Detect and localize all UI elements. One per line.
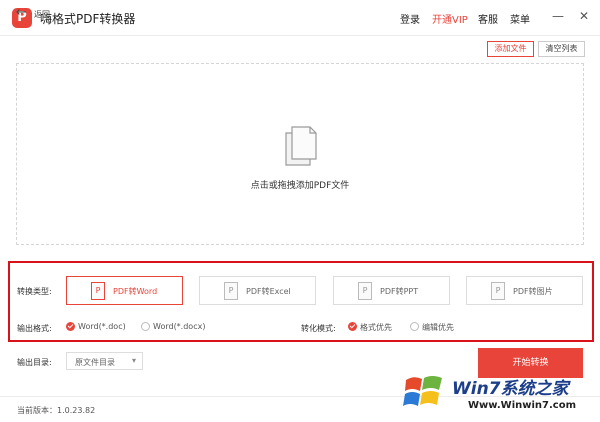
mode-edit-first-label[interactable]: 编辑优先 [422, 322, 454, 333]
type-label: PDF转PPT [380, 287, 419, 296]
login-link[interactable]: 登录 [400, 11, 420, 26]
ppt-file-icon: P [358, 282, 372, 300]
type-label: PDF转Excel [246, 287, 291, 296]
word-file-icon: P [91, 282, 105, 300]
output-format-label: 输出格式: [17, 324, 52, 333]
type-label: PDF转图片 [513, 287, 553, 296]
type-label: PDF转Word [113, 287, 158, 296]
mode-format-first-radio[interactable] [348, 322, 357, 331]
image-file-icon: P [491, 282, 505, 300]
back-arrow-icon[interactable]: ← [16, 6, 27, 20]
output-dir-select[interactable]: 原文件目录 ▾ [66, 352, 143, 370]
drop-hint-text: 点击或拖拽添加PDF文件 [250, 181, 350, 191]
format-docx-label[interactable]: Word(*.docx) [153, 322, 205, 331]
back-label[interactable]: 返回 [34, 9, 50, 20]
menu-link[interactable]: 菜单 [510, 11, 530, 26]
format-docx-radio[interactable] [141, 322, 150, 331]
type-pdf-to-image-button[interactable]: P PDF转图片 [466, 276, 583, 305]
minimize-icon[interactable]: — [551, 9, 565, 23]
version-text: 当前版本：1.0.23.82 [17, 406, 96, 415]
convert-type-label: 转换类型: [17, 287, 52, 296]
windows-logo-icon [403, 376, 442, 406]
open-vip-link[interactable]: 开通VIP [432, 11, 468, 26]
mode-format-first-label[interactable]: 格式优先 [360, 322, 392, 333]
clear-list-button[interactable]: 清空列表 [538, 41, 585, 57]
format-doc-radio[interactable] [66, 322, 75, 331]
type-pdf-to-word-button[interactable]: P PDF转Word [66, 276, 183, 305]
close-icon[interactable]: ✕ [577, 9, 591, 23]
type-pdf-to-ppt-button[interactable]: P PDF转PPT [333, 276, 450, 305]
customer-service-link[interactable]: 客服 [478, 11, 498, 26]
output-dir-label: 输出目录: [17, 358, 52, 367]
type-pdf-to-excel-button[interactable]: P PDF转Excel [199, 276, 316, 305]
excel-file-icon: P [224, 282, 238, 300]
output-dir-value: 原文件目录 [75, 358, 115, 367]
mode-edit-first-radio[interactable] [410, 322, 419, 331]
watermark-title: Win7系统之家 [452, 379, 569, 399]
title-bar: P 嗨格式PDF转换器 登录 开通VIP 客服 菜单 — ✕ [0, 0, 600, 36]
watermark-url: Www.Winwin7.com [468, 400, 577, 411]
add-file-button[interactable]: 添加文件 [487, 41, 534, 57]
format-doc-label[interactable]: Word(*.doc) [78, 322, 126, 331]
app-title: 嗨格式PDF转换器 [40, 12, 136, 26]
chevron-down-icon: ▾ [131, 356, 136, 365]
conversion-mode-label: 转化模式: [301, 324, 336, 333]
document-stack-icon [285, 126, 317, 166]
